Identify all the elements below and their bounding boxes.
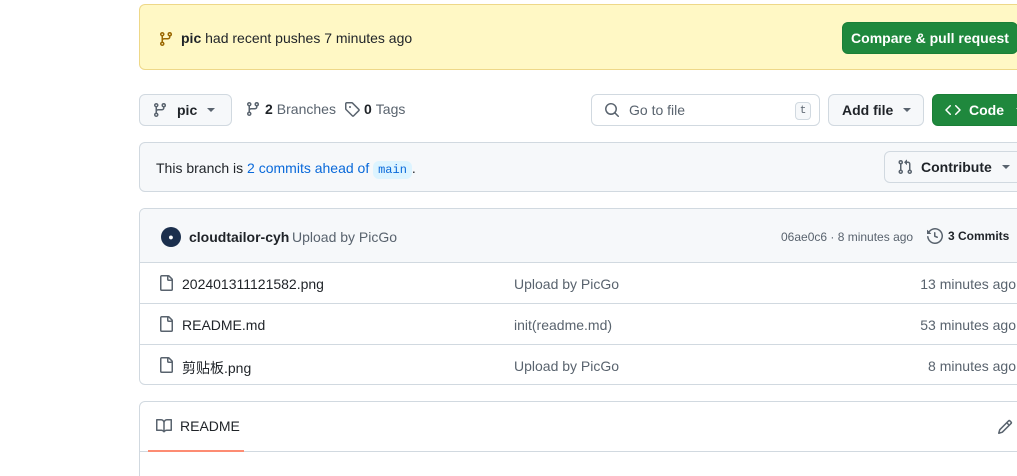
base-branch-label[interactable]: main	[373, 161, 412, 179]
recent-push-banner: pic had recent pushes 7 minutes ago Comp…	[139, 4, 1017, 70]
book-icon	[156, 418, 172, 433]
tag-icon	[345, 102, 360, 117]
compare-pull-request-button[interactable]: Compare & pull request	[842, 22, 1017, 54]
commit-sha-time[interactable]: 06ae0c6 · 8 minutes ago	[781, 230, 913, 244]
readme-tab-label: README	[180, 418, 240, 434]
code-icon	[945, 104, 961, 116]
branch-selector[interactable]: pic	[139, 94, 232, 126]
pencil-icon[interactable]	[997, 419, 1013, 435]
banner-message: had recent pushes 7 minutes ago	[205, 30, 413, 46]
commit-author[interactable]: cloudtailor-cyh	[189, 229, 289, 245]
readme-header: README	[140, 402, 1017, 452]
branches-label: Branches	[276, 101, 336, 117]
file-name[interactable]: 剪贴板.png	[182, 358, 251, 378]
branches-count: 2	[265, 101, 273, 117]
tags-label: Tags	[375, 101, 406, 117]
branch-ahead-text: This branch is 2 commits ahead of main.	[156, 160, 416, 179]
branch-selector-label: pic	[177, 102, 198, 118]
file-date: 53 minutes ago	[920, 317, 1016, 333]
file-icon	[160, 357, 173, 373]
contribute-button[interactable]: Contribute	[884, 151, 1017, 183]
shortcut-hint: t	[795, 102, 811, 120]
chevron-down-icon	[1001, 165, 1010, 169]
latest-commit-header: ● cloudtailor-cyh Upload by PicGo 06ae0c…	[140, 209, 1017, 263]
file-commit-message[interactable]: init(readme.md)	[514, 317, 612, 333]
file-date: 13 minutes ago	[920, 276, 1016, 292]
branches-link[interactable]: 2 Branches	[245, 101, 336, 117]
git-branch-icon	[246, 102, 259, 117]
tags-link[interactable]: 0 Tags	[344, 101, 405, 117]
commit-message[interactable]: Upload by PicGo	[292, 229, 397, 245]
file-commit-message[interactable]: Upload by PicGo	[514, 358, 619, 374]
file-row[interactable]: 202401311121582.png Upload by PicGo 13 m…	[140, 263, 1017, 304]
search-icon	[605, 103, 620, 118]
commits-count-label: 3 Commits	[948, 229, 1010, 243]
file-row[interactable]: README.md init(readme.md) 53 minutes ago	[140, 304, 1017, 345]
code-button[interactable]: Code	[932, 94, 1017, 126]
go-to-file-search[interactable]: t	[591, 94, 820, 126]
file-row[interactable]: 剪贴板.png Upload by PicGo 8 minutes ago	[140, 345, 1017, 384]
readme-panel: README	[139, 401, 1017, 476]
git-pull-request-icon	[898, 159, 913, 175]
contribute-label: Contribute	[921, 159, 992, 175]
code-label: Code	[969, 102, 1004, 118]
banner-text: pic had recent pushes 7 minutes ago	[181, 30, 412, 46]
file-commit-message[interactable]: Upload by PicGo	[514, 276, 619, 292]
git-branch-icon	[159, 32, 172, 47]
add-file-button[interactable]: Add file	[828, 94, 924, 126]
commits-link[interactable]: 3 Commits	[927, 228, 1009, 244]
chevron-down-icon	[207, 108, 216, 112]
banner-branch-name[interactable]: pic	[181, 30, 201, 46]
add-file-label: Add file	[842, 102, 894, 118]
tags-count: 0	[364, 101, 372, 117]
ahead-prefix: This branch is	[156, 160, 244, 176]
file-icon	[160, 316, 173, 332]
file-name[interactable]: 202401311121582.png	[182, 276, 324, 292]
avatar[interactable]: ●	[161, 227, 181, 247]
ahead-suffix: .	[411, 160, 416, 176]
go-to-file-input[interactable]	[629, 102, 789, 118]
file-icon	[160, 275, 173, 291]
history-icon	[927, 228, 943, 244]
file-name[interactable]: README.md	[182, 317, 265, 333]
commits-ahead-link[interactable]: 2 commits ahead of	[247, 160, 369, 176]
file-date: 8 minutes ago	[928, 358, 1016, 374]
chevron-down-icon	[903, 108, 912, 112]
file-list: ● cloudtailor-cyh Upload by PicGo 06ae0c…	[139, 208, 1017, 385]
git-branch-icon	[153, 103, 166, 118]
branch-ahead-bar: This branch is 2 commits ahead of main. …	[139, 142, 1017, 192]
readme-tab[interactable]: README	[148, 402, 244, 452]
